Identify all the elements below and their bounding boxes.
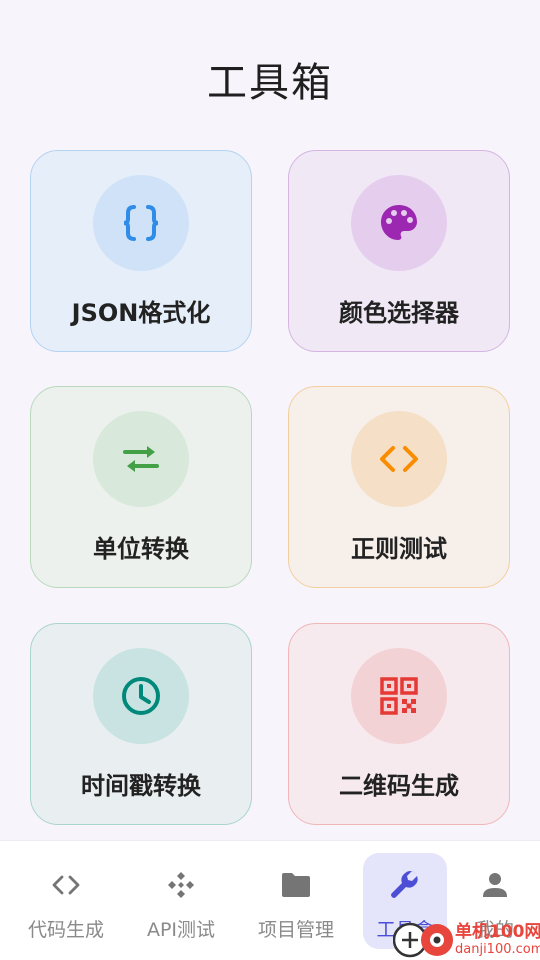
watermark-logo	[392, 920, 455, 960]
tool-card-timestamp-converter[interactable]: 时间戳转换	[30, 623, 252, 825]
clock-icon	[122, 677, 160, 715]
tool-icon-circle	[351, 411, 447, 507]
nav-item-label: API测试	[146, 919, 216, 941]
api-icon	[168, 872, 194, 898]
nav-item-api-test[interactable]: API测试	[131, 853, 231, 949]
tool-icon-circle	[351, 648, 447, 744]
tool-icon-circle	[93, 175, 189, 271]
tool-icon-circle	[93, 648, 189, 744]
nav-item-label: 代码生成	[27, 919, 104, 941]
tool-icon-circle	[351, 175, 447, 271]
palette-icon	[381, 205, 417, 240]
tool-card-regex-tester[interactable]: 正则测试	[288, 386, 510, 588]
tool-card-json-formatter[interactable]: JSON格式化	[30, 150, 252, 352]
nav-item-label: 项目管理	[257, 919, 334, 941]
swap-arrows-icon	[123, 446, 159, 472]
tool-card-unit-converter[interactable]: 单位转换	[30, 386, 252, 588]
watermark-text: 单机100网	[455, 922, 540, 942]
folder-icon	[282, 873, 310, 897]
tool-label: 二维码生成	[339, 772, 459, 800]
tool-icon-circle	[93, 411, 189, 507]
tool-card-qr-generator[interactable]: 二维码生成	[288, 623, 510, 825]
tool-label: 颜色选择器	[339, 299, 459, 327]
code-brackets-icon	[52, 875, 80, 895]
watermark-url: danji100.com	[455, 942, 540, 957]
braces-icon	[123, 205, 159, 241]
tool-label: JSON格式化	[71, 299, 211, 327]
page-title: 工具箱	[207, 60, 333, 106]
nav-item-project-management[interactable]: 项目管理	[246, 853, 346, 949]
tool-label: 时间戳转换	[81, 772, 201, 800]
code-icon	[380, 446, 418, 472]
qr-code-icon	[380, 677, 418, 715]
watermark: 单机100网 danji100.com	[392, 920, 540, 960]
tool-label: 单位转换	[93, 535, 189, 563]
nav-item-code-generation[interactable]: 代码生成	[16, 853, 116, 949]
tool-card-color-picker[interactable]: 颜色选择器	[288, 150, 510, 352]
wrench-icon	[391, 871, 418, 898]
tool-label: 正则测试	[351, 535, 447, 563]
person-icon	[483, 873, 507, 897]
